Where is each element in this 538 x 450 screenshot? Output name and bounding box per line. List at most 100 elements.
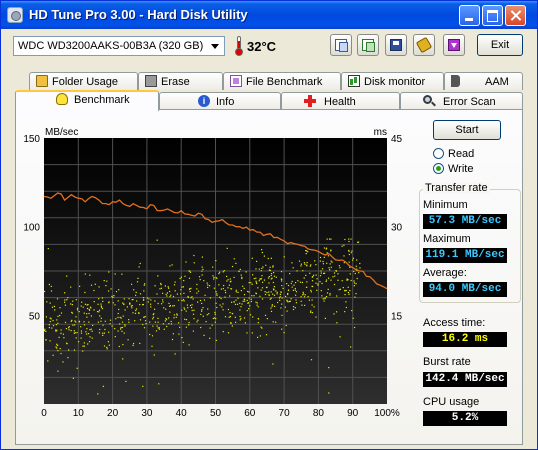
access-time-point [80,326,82,328]
access-time-point [45,316,47,318]
left-axis-tick: 150 [23,134,40,145]
access-time-point [56,329,58,331]
access-time-point [168,317,170,319]
access-time-point [154,321,156,323]
access-time-point [74,320,76,322]
access-time-point [322,260,324,263]
access-time-point [218,284,220,286]
access-time-point [196,283,198,286]
access-time-point [139,319,142,321]
access-time-point [57,350,59,352]
access-time-point [182,286,184,288]
access-time-point [292,308,295,311]
access-time-point [283,256,285,258]
access-time-point [302,270,304,272]
access-time-point [301,304,303,306]
access-time-point [162,299,164,301]
access-time-point [189,271,192,273]
access-time-point [341,245,343,247]
access-time-point [147,301,149,303]
tab-benchmark[interactable]: Benchmark [15,90,159,111]
x-axis-tick: 70 [279,408,291,419]
access-time-point [231,265,234,268]
access-time-point [103,332,105,334]
access-time-point [181,309,183,311]
access-time-point [230,288,232,290]
access-time-point [345,306,347,309]
access-time-point [203,334,205,336]
access-time-point [257,318,259,320]
access-time-point [71,312,73,314]
access-time-point [347,291,349,294]
access-time-point [264,291,266,293]
access-time-point [336,311,338,313]
start-button[interactable]: Start [433,120,501,140]
access-time-point [199,299,202,302]
access-time-point [179,326,181,328]
access-time-point [208,313,210,315]
access-time-point [129,303,131,305]
access-time-point [122,358,124,360]
access-time-point [329,294,331,296]
read-radio-circle[interactable] [433,148,444,159]
access-time-point [170,320,172,323]
access-time-point [227,332,230,334]
access-time-point [312,285,314,288]
access-time-point [55,324,57,326]
access-time-point [238,270,240,272]
access-time-point [263,255,265,257]
access-time-point [330,260,332,262]
access-time-point [200,326,202,329]
access-time-point [264,314,267,316]
access-time-point [65,328,67,330]
access-time-point [281,278,283,281]
access-time-point [350,252,352,254]
read-radio-label: Read [448,148,475,160]
access-time-point [269,266,271,268]
access-time-point [88,321,90,323]
access-time-point [133,342,135,345]
access-time-point [353,282,356,284]
x-axis-tick: 90 [347,408,359,419]
access-time-point [100,317,102,319]
access-time-point [206,282,208,284]
access-time-point [90,284,93,286]
read-radio[interactable]: Read [433,148,474,160]
access-time-point [64,321,67,323]
access-time-point [181,286,183,288]
access-time-point [48,327,50,329]
access-time-point [304,294,306,296]
x-axis-tick: 60 [244,408,256,419]
access-time-point [257,336,259,338]
access-time-point [355,265,357,267]
access-time-point [157,302,159,305]
access-time-point [354,326,356,329]
x-axis-tick: 0 [41,408,47,419]
access-time-point [261,298,264,300]
access-time-point [52,320,54,322]
access-time-point [317,284,319,286]
access-time-point [109,323,111,325]
access-time-point [98,286,100,288]
access-time-point [222,309,224,311]
access-time-point [164,320,166,322]
write-radio-circle[interactable] [433,163,444,174]
access-time-point [72,377,74,379]
access-time-point [262,266,264,268]
access-time-point [184,275,186,277]
write-radio[interactable]: Write [433,163,473,175]
access-time-point [259,278,262,280]
access-time-point [164,285,166,287]
access-time-point [315,264,317,266]
access-time-point [182,341,184,343]
access-time-point [249,314,252,316]
access-time-point [355,283,357,285]
access-time-point [63,337,65,339]
access-time-point [118,308,120,311]
access-time-point [121,273,123,275]
right-axis-tick: 45 [391,134,403,145]
access-time-point [256,304,258,306]
access-time-point [117,316,119,318]
access-time-point [218,273,220,275]
access-time-point [160,282,162,285]
